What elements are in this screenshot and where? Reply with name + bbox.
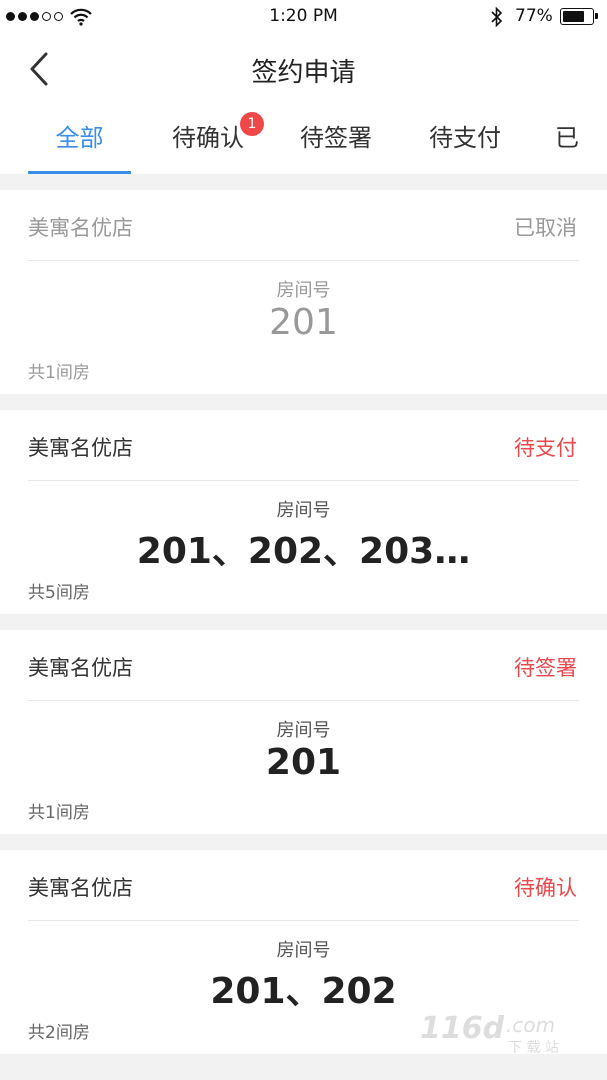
tab-all[interactable]: 全部	[28, 104, 131, 174]
room-count: 共1间房	[28, 363, 90, 383]
room-number-label: 房间号	[276, 500, 331, 521]
room-number-label: 房间号	[276, 280, 331, 301]
page-title: 签约申请	[251, 58, 356, 88]
room-numbers: 201、202	[210, 971, 397, 1012]
order-card[interactable]: 美寓名优店 待确认 房间号 201、202 共2间房	[0, 850, 607, 1054]
status-bar: 1:20 PM 77%	[0, 0, 607, 34]
tab-bar: 全部 待确认 1 待签署 待支付 已	[0, 104, 607, 174]
active-tab-indicator	[28, 171, 131, 174]
tab-pending-sign[interactable]: 待签署	[286, 104, 386, 174]
order-status: 已取消	[514, 216, 577, 240]
hotel-name: 美寓名优店	[28, 876, 133, 900]
room-number-label: 房间号	[276, 940, 331, 961]
order-card[interactable]: 美寓名优店 待支付 房间号 201、202、203… 共5间房	[0, 410, 607, 614]
nav-bar: 签约申请	[0, 34, 607, 104]
order-status: 待支付	[514, 436, 577, 460]
order-card[interactable]: 美寓名优店 待签署 房间号 201 共1间房	[0, 630, 607, 834]
room-numbers: 201、202、203…	[136, 531, 471, 572]
tab-pending-payment[interactable]: 待支付	[415, 104, 515, 174]
order-status: 待签署	[514, 656, 577, 680]
order-card[interactable]: 美寓名优店 已取消 房间号 201 共1间房	[0, 190, 607, 394]
battery-icon	[560, 8, 598, 25]
card-divider	[28, 260, 579, 261]
room-numbers: 201	[265, 742, 342, 783]
room-count: 共2间房	[28, 1023, 90, 1043]
tab-completed[interactable]: 已	[545, 104, 607, 174]
room-number-label: 房间号	[276, 720, 331, 741]
room-count: 共1间房	[28, 803, 90, 823]
hotel-name: 美寓名优店	[28, 656, 133, 680]
bluetooth-icon	[491, 6, 503, 28]
hotel-name: 美寓名优店	[28, 436, 133, 460]
card-divider	[28, 700, 579, 701]
order-status: 待确认	[514, 876, 577, 900]
room-count: 共5间房	[28, 583, 90, 603]
card-divider	[28, 480, 579, 481]
hotel-name: 美寓名优店	[28, 216, 133, 240]
room-numbers: 201	[269, 302, 338, 343]
battery-percentage: 77%	[515, 6, 553, 26]
pending-confirm-badge: 1	[240, 112, 264, 136]
card-divider	[28, 920, 579, 921]
